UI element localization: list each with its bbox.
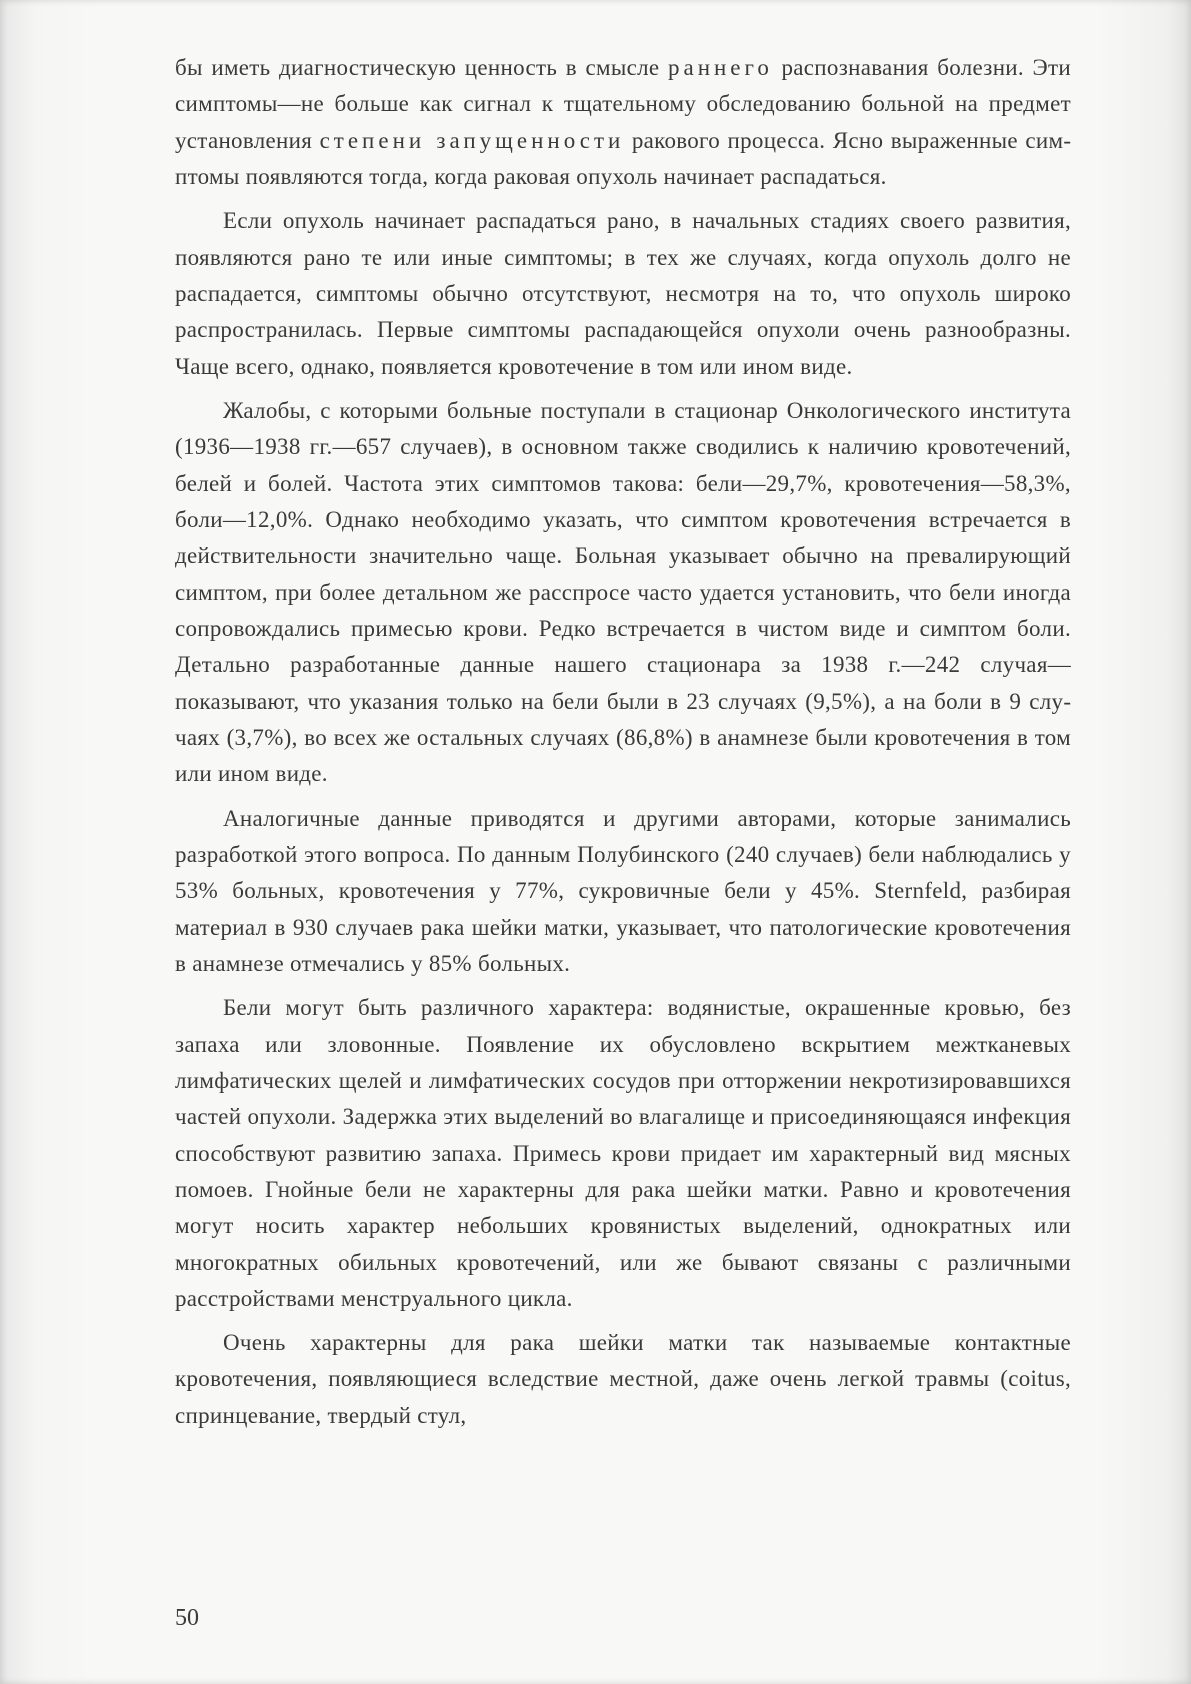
- page-number: 50: [175, 1605, 199, 1632]
- paragraph-5: Бели могут быть различного характера: во…: [175, 990, 1071, 1317]
- paragraph-4: Аналогичные данные приводятся и другими …: [175, 801, 1071, 983]
- paragraph-6: Очень характерны для рака шейки матки та…: [175, 1325, 1071, 1434]
- paragraph-2: Если опухоль начинает распадаться рано, …: [175, 203, 1071, 385]
- p1-spaced-2: степе­ни запущенности: [320, 128, 625, 153]
- paragraph-1: бы иметь диагностическую ценность в смыс…: [175, 50, 1071, 195]
- p3-text: Жалобы, с которыми больные поступали в с…: [175, 398, 1071, 786]
- page-content: бы иметь диагностическую ценность в смыс…: [175, 50, 1071, 1434]
- document-page: бы иметь диагностическую ценность в смыс…: [0, 0, 1191, 1684]
- p1-text-pre: бы иметь диагностическую ценность в смыс…: [175, 55, 668, 80]
- p2-text: Если опухоль начинает распадаться рано, …: [175, 208, 1071, 378]
- p1-spaced-1: раннего: [668, 55, 773, 80]
- p5-text: Бели могут быть различного характера: во…: [175, 995, 1071, 1311]
- p4-text: Аналогичные данные приводятся и другими …: [175, 806, 1071, 976]
- paragraph-3: Жалобы, с которыми больные поступали в с…: [175, 393, 1071, 793]
- p6-text: Очень характерны для рака шейки матки та…: [175, 1330, 1071, 1428]
